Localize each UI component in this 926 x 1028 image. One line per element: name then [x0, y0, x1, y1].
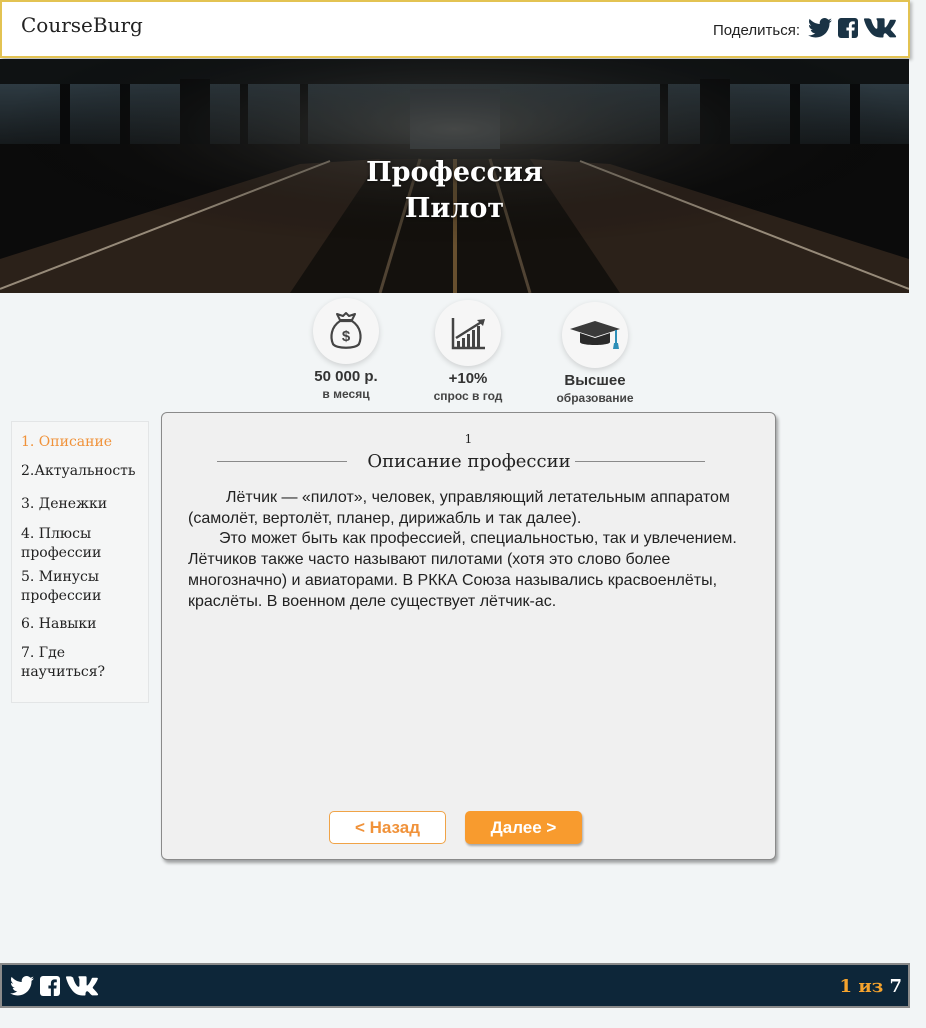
share-bar: Поделиться:	[713, 18, 898, 43]
nav-item-description[interactable]: 1. Описание	[21, 433, 146, 452]
bottom-footer: 1 из 7	[0, 963, 910, 1008]
divider	[217, 461, 348, 462]
site-logo[interactable]: CourseBurg	[21, 13, 143, 37]
nav-item-label: 1. Описание	[21, 434, 113, 450]
hero-title-line2: Пилот	[404, 193, 505, 224]
nav-item-label: профессии	[21, 545, 102, 561]
stat-label: образование	[556, 391, 634, 405]
nav-item-label: 5. Минусы	[21, 569, 100, 585]
nav-item-label: 3. Денежки	[21, 496, 108, 512]
top-header: CourseBurg Поделиться:	[0, 0, 910, 58]
hero-title-line1: Профессия	[366, 157, 543, 188]
money-bag-icon: $	[313, 298, 379, 364]
section-description: Лётчик — «пилот», человек, управляющий л…	[188, 487, 748, 612]
section-nav: 1. Описание 2.Актуальность 3. Денежки 4.…	[11, 421, 149, 703]
stat-value: Высшее	[564, 372, 626, 389]
nav-item-pros[interactable]: 4. Плюсы профессии	[21, 525, 146, 563]
step-number: 1	[464, 432, 473, 446]
hero-banner: Профессия Пилот	[0, 59, 909, 293]
nav-item-cons[interactable]: 5. Минусы профессии	[21, 568, 146, 606]
nav-item-money[interactable]: 3. Денежки	[21, 495, 146, 514]
nav-item-skills[interactable]: 6. Навыки	[21, 615, 146, 634]
nav-item-label: научиться?	[21, 664, 106, 680]
nav-item-where-to-study[interactable]: 7. Где научиться?	[21, 644, 146, 682]
facebook-icon[interactable]	[838, 18, 858, 43]
page-indicator: 1 из 7	[840, 976, 902, 997]
back-button[interactable]: < Назад	[329, 811, 446, 844]
nav-item-label: профессии	[21, 588, 102, 604]
section-title-text: Описание профессии	[367, 451, 571, 472]
description-paragraph: Это может быть как профессией, специальн…	[188, 530, 737, 610]
nav-item-label: 6. Навыки	[21, 616, 97, 632]
nav-item-label: 7. Где	[21, 645, 65, 661]
nav-item-relevance[interactable]: 2.Актуальность	[21, 462, 146, 481]
svg-text:$: $	[342, 328, 351, 345]
divider	[574, 461, 705, 462]
stat-demand: +10% спрос в год	[408, 300, 528, 403]
stat-label: спрос в год	[433, 389, 503, 403]
description-paragraph: Лётчик — «пилот», человек, управляющий л…	[188, 489, 730, 527]
graduation-cap-icon	[562, 302, 628, 368]
twitter-icon[interactable]	[808, 18, 832, 43]
page-of: из	[858, 976, 884, 997]
twitter-icon[interactable]	[10, 976, 34, 1001]
growth-chart-icon	[435, 300, 501, 366]
vk-icon[interactable]	[864, 18, 898, 43]
stat-label: в месяц	[322, 387, 370, 401]
footer-social	[10, 976, 100, 1001]
stat-salary: $ 50 000 р. в месяц	[286, 298, 406, 401]
stat-value: +10%	[448, 370, 488, 387]
next-button[interactable]: Далее >	[465, 811, 582, 844]
content-card: 1 Описание профессии Лётчик — «пилот», ч…	[161, 412, 776, 860]
share-label: Поделиться:	[713, 22, 800, 39]
facebook-icon[interactable]	[40, 976, 60, 1001]
page-current: 1	[839, 976, 853, 997]
hero-title: Профессия Пилот	[0, 155, 909, 227]
stat-value: 50 000 р.	[314, 368, 378, 385]
stat-education: Высшее образование	[535, 302, 655, 405]
nav-item-label: 4. Плюсы	[21, 526, 92, 542]
vk-icon[interactable]	[66, 976, 100, 1001]
nav-item-label: 2.Актуальность	[21, 463, 136, 479]
section-title: Описание профессии	[217, 451, 705, 472]
page-total: 7	[889, 976, 902, 997]
